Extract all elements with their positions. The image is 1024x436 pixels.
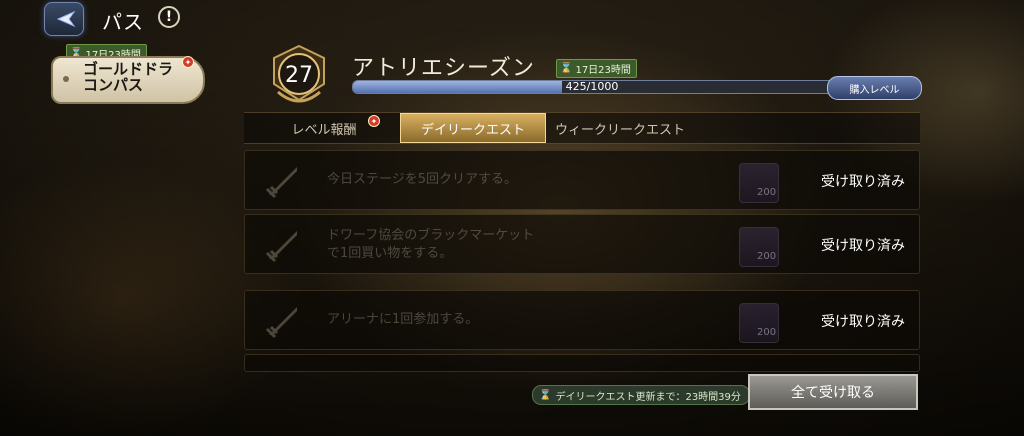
sword-icon [265, 167, 297, 199]
season-title: アトリエシーズン [352, 56, 535, 81]
season-timer-badge: ⌛ 17日23時間 [556, 59, 637, 78]
quest-tabs: レベル報酬 ✦ デイリークエスト ウィークリークエスト [244, 112, 920, 144]
quest-text-line1: ドワーフ協会のブラックマーケット [327, 228, 535, 243]
quest-row: ドワーフ協会のブラックマーケット で1回買い物をする。 200 受け取り済み [244, 214, 920, 274]
quest-row-partial [244, 354, 920, 372]
back-arrow-icon [56, 10, 76, 28]
buy-level-button[interactable]: 購入レベル [827, 76, 922, 100]
quest-text-line2: で1回買い物をする。 [327, 246, 453, 261]
quest-text: ドワーフ協会のブラックマーケット で1回買い物をする。 [327, 227, 534, 263]
pass-name: ゴールドドラコンパス [83, 60, 174, 94]
reward-amount: 200 [757, 327, 777, 338]
tab-label: デイリークエスト [420, 122, 525, 138]
tab-weekly-quest[interactable]: ウィークリークエスト [550, 113, 690, 143]
level-number: 27 [285, 63, 313, 88]
tab-notification-icon: ✦ [368, 115, 380, 127]
xp-progress-text: 425/1000 [565, 80, 619, 93]
tab-level-rewards[interactable]: レベル報酬 [264, 113, 384, 143]
claimed-status: 受け取り済み [821, 238, 905, 254]
tab-daily-quest[interactable]: デイリークエスト [400, 113, 546, 143]
quest-text: 今日ステージを5回クリアする。 [327, 172, 518, 187]
sword-icon [265, 307, 297, 339]
daily-refresh-badge: ⌛ デイリークエスト更新まで：23時間39分 [532, 385, 750, 405]
pass-notification-icon: ✦ [182, 56, 194, 68]
reward-amount: 200 [757, 251, 777, 262]
info-icon[interactable]: ! [158, 6, 180, 28]
quest-row: アリーナに1回参加する。 200 受け取り済み [244, 290, 920, 350]
level-emblem: 27 [273, 44, 325, 103]
claim-all-button[interactable]: 全て受け取る [748, 374, 918, 410]
refresh-text: デイリークエスト更新まで：23時間39分 [555, 391, 741, 403]
reward-amount: 200 [757, 187, 777, 198]
claimed-status: 受け取り済み [821, 314, 905, 330]
page-title: パス [102, 10, 144, 34]
pass-card-dot [63, 76, 69, 82]
hourglass-icon: ⌛ [560, 63, 573, 74]
quest-text: アリーナに1回参加する。 [327, 312, 479, 327]
tab-label: ウィークリークエスト [554, 122, 685, 138]
claimed-status: 受け取り済み [821, 174, 905, 190]
back-button[interactable] [44, 2, 84, 36]
hourglass-icon: ⌛ [539, 389, 552, 401]
sword-icon [265, 231, 297, 263]
season-timer-text: 17日23時間 [575, 65, 631, 76]
tab-label: レベル報酬 [291, 122, 357, 138]
quest-row: 今日ステージを5回クリアする。 200 受け取り済み [244, 150, 920, 210]
